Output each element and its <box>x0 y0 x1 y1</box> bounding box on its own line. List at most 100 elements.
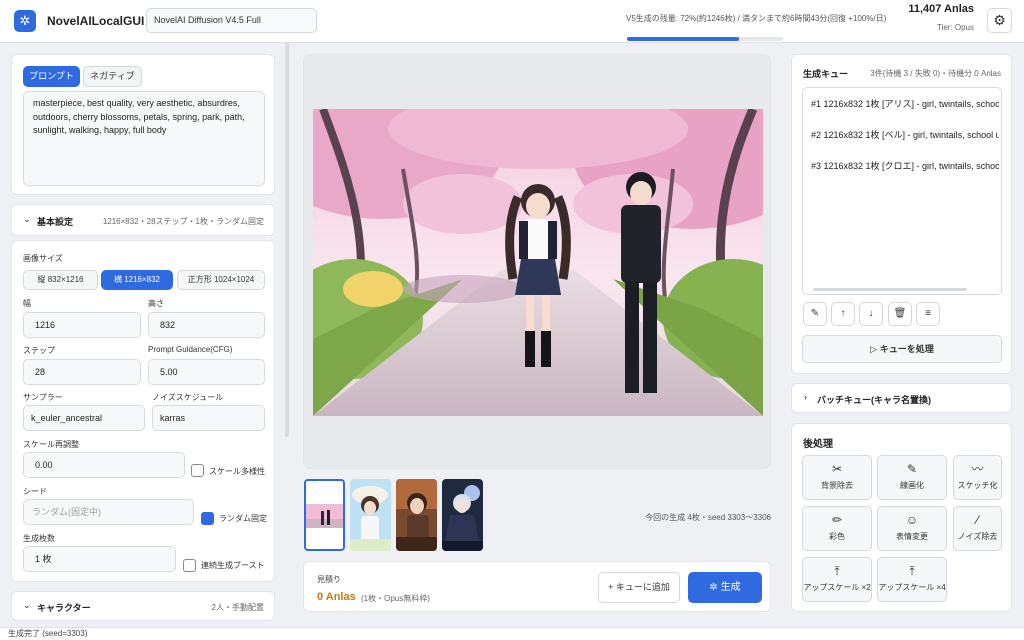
cfg-input[interactable]: 5.00 <box>148 359 265 385</box>
count-input[interactable]: 1 枚 <box>23 546 176 572</box>
trash-icon: 🗑 <box>893 308 907 319</box>
character-header[interactable]: ⌄ キャラクター 2人・手動配置 <box>11 591 275 621</box>
left-panel-scrollbar[interactable] <box>285 42 289 437</box>
emotion-button[interactable]: ☺ 表情変更 <box>877 506 947 551</box>
add-to-queue-button[interactable]: + キューに追加 <box>598 572 680 603</box>
sketch-button[interactable]: 〰スケッチ化 <box>953 455 1002 500</box>
random-fixed-checkbox[interactable] <box>201 512 214 525</box>
scissors-icon: ✂ <box>831 462 843 476</box>
tab-negative[interactable]: ネガティブ <box>83 66 142 87</box>
schedule-select[interactable]: karras <box>152 405 265 431</box>
generated-image[interactable] <box>313 109 763 416</box>
steps-label: ステップ <box>23 346 55 355</box>
gear-icon: ⚙ <box>993 12 1006 28</box>
size-label: 画像サイズ <box>23 254 63 263</box>
upscale-2x-label: アップスケール ×2 <box>803 583 871 592</box>
quota-text: V5生成の残量: 72%(約1246枚) / 満タンまで約6時間43分(回復 +… <box>626 14 887 23</box>
basic-settings-body: 画像サイズ 縦 832×1216 横 1216×832 正方形 1024×102… <box>11 240 275 582</box>
upscale-2x-button[interactable]: ⤒ アップスケール ×2 <box>802 557 872 602</box>
queue-item-3[interactable]: #3 1216x832 1枚 [クロエ] - girl, twintails, … <box>811 159 999 172</box>
boost-label: 連続生成ブースト <box>201 561 265 570</box>
queue-scrollbar[interactable] <box>813 288 967 291</box>
queue-item-1[interactable]: #1 1216x832 1枚 [アリス] - girl, twintails, … <box>811 97 999 110</box>
rescale-label: スケール再調整 <box>23 440 79 449</box>
edit-queue-item-button[interactable]: ✎ <box>803 302 827 326</box>
upload-icon: ⤒ <box>834 564 840 578</box>
process-queue-button[interactable]: ▷ キューを処理 <box>802 335 1002 363</box>
settings-button[interactable]: ⚙ <box>987 8 1012 33</box>
seed-label: シード <box>23 487 47 496</box>
generation-info: 今回の生成 4枚・seed 3303〜3306 <box>645 513 771 522</box>
width-label: 幅 <box>23 299 31 308</box>
tab-prompt[interactable]: プロンプト <box>23 66 80 87</box>
app-name: NovelAILocalGUI <box>47 14 145 28</box>
boost-checkbox[interactable] <box>183 559 196 572</box>
character-summary: 2人・手動配置 <box>211 603 264 612</box>
remove-background-button[interactable]: ✂ 背景除去 <box>802 455 872 500</box>
thumbnail-3-image <box>396 479 437 551</box>
smile-icon: ☺ <box>905 513 919 527</box>
squiggle-icon: 〰 <box>971 462 984 476</box>
seed-input[interactable]: ランダム(固定中) <box>23 499 194 525</box>
move-down-button[interactable]: ↓ <box>859 302 883 326</box>
rescale-input[interactable]: 0.00 <box>23 452 185 478</box>
thumbnail-4-image <box>442 479 483 551</box>
width-input[interactable]: 1216 <box>23 312 141 338</box>
app-logo-icon: ✲ <box>14 10 36 32</box>
top-bar: ✲ NovelAILocalGUI NovelAI Diffusion V4.5… <box>0 0 1024 43</box>
colorize-label: 彩色 <box>829 532 845 541</box>
random-fixed-label: ランダム固定 <box>219 514 267 523</box>
thumbnail-1-image <box>306 504 343 528</box>
thumbnail-4[interactable] <box>442 479 483 551</box>
move-up-button[interactable]: ↑ <box>831 302 855 326</box>
thumbnail-1[interactable] <box>304 479 345 551</box>
colorize-button[interactable]: ✏ 彩色 <box>802 506 872 551</box>
prompt-card: プロンプト ネガティブ masterpiece, best quality, v… <box>11 54 275 195</box>
batch-queue-header[interactable]: › バッチキュー(キャラ名置換) <box>791 383 1012 413</box>
sampler-label: サンプラー <box>23 393 63 402</box>
chevron-right-icon: › <box>804 392 807 402</box>
size-square-button[interactable]: 正方形 1024×1024 <box>177 270 265 290</box>
status-bar: 生成完了 (seed=3303) <box>0 627 1024 640</box>
upscale-4x-label: アップスケール ×4 <box>878 583 946 592</box>
chevron-down-icon: ⌄ <box>23 214 31 224</box>
generate-button[interactable]: ✲ 生成 <box>688 572 762 603</box>
model-select[interactable]: NovelAI Diffusion V4.5 Full <box>146 8 317 33</box>
upscale-4x-button[interactable]: ⤒ アップスケール ×4 <box>877 557 947 602</box>
basic-settings-header[interactable]: ⌄ 基本設定 1216×832・28ステップ・1枚・ランダム固定 <box>11 204 275 236</box>
anlas-balance: 11,407 Anlas <box>908 3 974 15</box>
size-portrait-button[interactable]: 縦 832×1216 <box>23 270 98 290</box>
post-processing-title: 後処理 <box>803 439 833 450</box>
basic-settings-title: 基本設定 <box>37 217 74 227</box>
queue-list <box>802 87 1002 295</box>
arrow-down-icon: ↓ <box>868 308 874 319</box>
basic-settings-summary: 1216×832・28ステップ・1枚・ランダム固定 <box>102 217 264 226</box>
tier-label: Tier: Opus <box>936 23 974 32</box>
emotion-label: 表情変更 <box>896 532 928 541</box>
thumbnail-3[interactable] <box>396 479 437 551</box>
prompt-textarea[interactable]: masterpiece, best quality, very aestheti… <box>23 91 265 186</box>
height-input[interactable]: 832 <box>148 312 265 338</box>
arrow-up-icon: ↑ <box>840 308 846 319</box>
size-landscape-button[interactable]: 横 1216×832 <box>101 270 173 290</box>
lineart-button[interactable]: ✎ 線画化 <box>877 455 947 500</box>
remove-background-label: 背景除去 <box>821 481 853 490</box>
count-label: 生成枚数 <box>23 534 55 543</box>
thumbnail-2[interactable] <box>350 479 391 551</box>
preview-panel <box>303 54 771 469</box>
pen-icon: ✎ <box>906 462 918 476</box>
queue-item-2[interactable]: #2 1216x832 1枚 [ベル] - girl, twintails, s… <box>811 128 999 141</box>
sampler-select[interactable]: k_euler_ancestral <box>23 405 145 431</box>
batch-queue-title: バッチキュー(キャラ名置換) <box>817 395 931 405</box>
estimate-label: 見積り <box>317 575 341 584</box>
quota-progress-bar <box>627 37 783 41</box>
pencil-icon: ✏ <box>831 513 843 527</box>
chevron-down-icon: ⌄ <box>23 600 31 610</box>
clear-queue-button[interactable]: ≡ <box>916 302 940 326</box>
steps-input[interactable]: 28 <box>23 359 141 385</box>
delete-queue-item-button[interactable]: 🗑 <box>888 302 912 326</box>
queue-title: 生成キュー <box>803 69 849 79</box>
denoise-button[interactable]: ⁄ ノイズ除去 <box>953 506 1002 551</box>
variety-checkbox[interactable] <box>191 464 204 477</box>
denoise-label: ノイズ除去 <box>957 532 998 541</box>
